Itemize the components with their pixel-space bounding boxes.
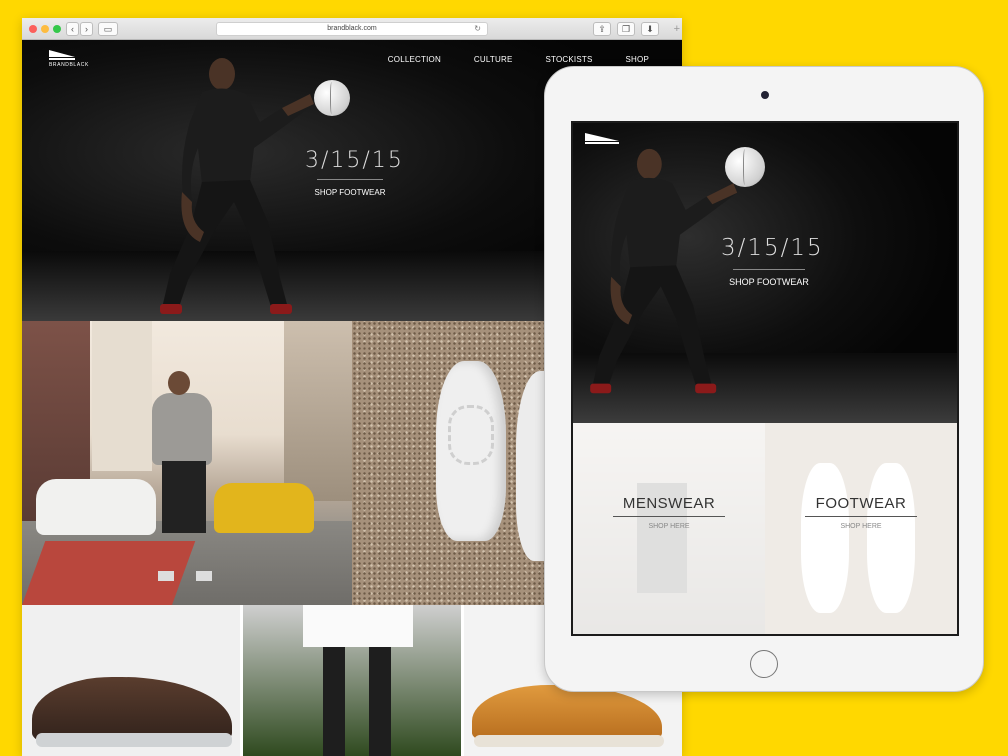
nav-culture[interactable]: CULTURE [474,55,513,64]
reload-icon[interactable]: ↻ [474,23,481,35]
address-bar[interactable]: brandblack.com ↻ [216,22,488,36]
menswear-panel[interactable]: MENSWEAR SHOP HERE [573,423,765,634]
menswear-title: MENSWEAR [622,495,716,512]
tablet-release-date: 3/15/15 [721,235,824,261]
url-text: brandblack.com [327,25,377,32]
footwear-title: FOOTWEAR [815,495,907,512]
maximize-window-button[interactable] [53,25,61,33]
download-icon[interactable]: ⬇ [641,22,659,36]
new-tab-icon[interactable]: + [674,23,680,35]
tablet-logo[interactable] [585,133,619,144]
nav-stockists[interactable]: STOCKISTS [546,55,593,64]
tablet-hero-banner: 3/15/15 SHOP FOOTWEAR [573,123,957,423]
tabs-icon[interactable]: ❐ [617,22,635,36]
back-button[interactable]: ‹ [66,22,79,36]
minimize-window-button[interactable] [41,25,49,33]
nav-collection[interactable]: COLLECTION [388,55,441,64]
browser-toolbar: ‹ › ▭ brandblack.com ↻ ⇪ ❐ ⬇ + [22,18,682,40]
tablet-hero-headline: 3/15/15 SHOP FOOTWEAR [721,235,824,287]
nav-shop[interactable]: SHOP [626,55,649,64]
sidebar-icon[interactable]: ▭ [98,22,118,36]
tablet-shop-footwear-link[interactable]: SHOP FOOTWEAR [721,277,817,287]
footwear-panel[interactable]: FOOTWEAR SHOP HERE [765,423,957,634]
close-window-button[interactable] [29,25,37,33]
menswear-shop-link[interactable]: SHOP HERE [573,523,765,530]
home-button[interactable] [750,650,778,678]
ipad-device: 3/15/15 SHOP FOOTWEAR MENSWEAR SHOP HERE [544,66,984,692]
release-date: 3/15/15 [305,148,404,173]
shop-footwear-link[interactable]: SHOP FOOTWEAR [305,188,395,197]
menswear-street-photo[interactable] [22,321,352,605]
tablet-category-panels: MENSWEAR SHOP HERE FOOTWEAR SHOP HERE [573,423,957,634]
footwear-shop-link[interactable]: SHOP HERE [765,523,957,530]
tablet-basketball [725,147,765,187]
hero-headline: 3/15/15 SHOP FOOTWEAR [305,148,404,197]
main-nav: COLLECTION CULTURE STOCKISTS SHOP [388,55,682,64]
share-icon[interactable]: ⇪ [593,22,611,36]
product-tile-brown-shoe[interactable] [22,605,240,756]
forward-button[interactable]: › [80,22,93,36]
tablet-screen: 3/15/15 SHOP FOOTWEAR MENSWEAR SHOP HERE [571,121,959,636]
brandblack-logo[interactable]: BRANDBLACK [49,50,93,68]
camera-icon [761,91,769,99]
basketball [314,80,350,116]
product-tile-legs[interactable] [243,605,461,756]
